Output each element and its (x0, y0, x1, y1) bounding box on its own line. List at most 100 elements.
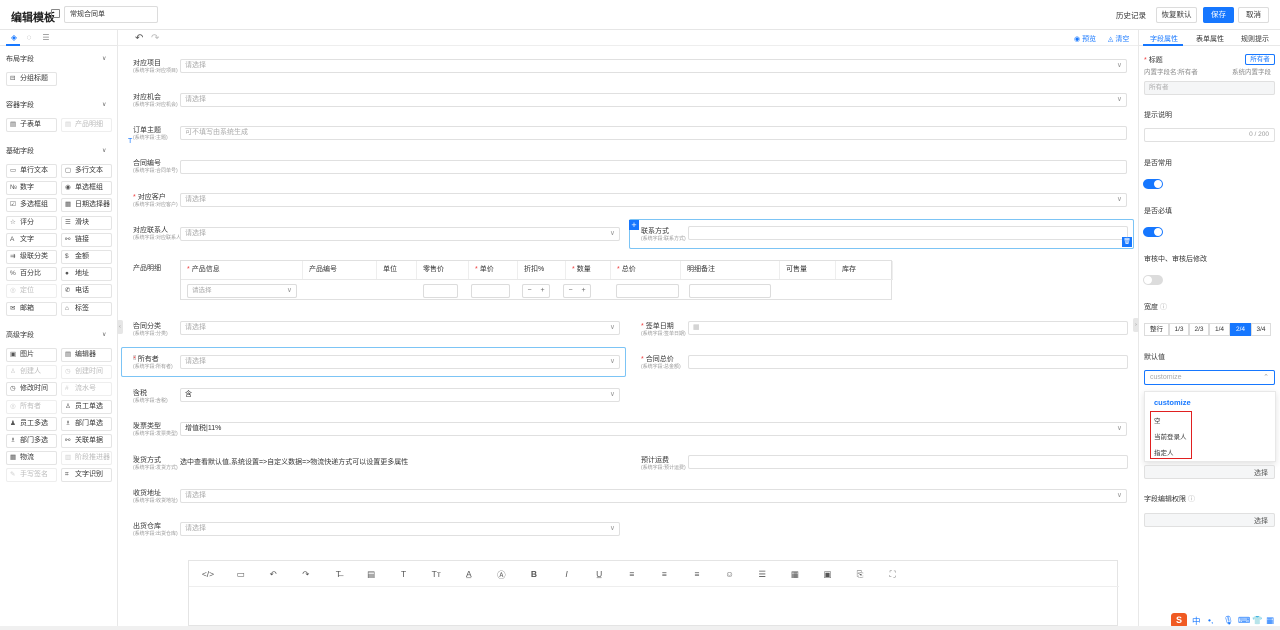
palette-item[interactable]: ▦ 物流 (6, 451, 57, 466)
palette-item[interactable]: ◎ 定位 (6, 284, 57, 299)
grid-icon[interactable]: ▦ (1266, 615, 1274, 626)
keyboard-icon[interactable]: ⌨ (1238, 615, 1250, 626)
palette-item[interactable]: % 百分比 (6, 267, 57, 282)
rich-text-editor[interactable]: </> ▭ ↶ ↷ T̶ ▤ T Tт A̲ Ⓐ B I U̲ ≡ ≡ ≡ ☺ ☰ ▦ ▣ ⎘ ⛶ (188, 560, 1119, 626)
product-cell-input[interactable] (423, 284, 458, 298)
mic-icon[interactable]: 🎙 (1223, 615, 1234, 626)
palette-item[interactable]: ▢ 多行文本 (61, 164, 112, 178)
palette-item[interactable]: ⊟ 分组标题 (6, 72, 57, 86)
preview-link[interactable]: ◉ 预览 (1074, 34, 1096, 44)
minus-button[interactable]: − (523, 285, 536, 297)
hint-input[interactable]: 0 / 200 (1144, 128, 1275, 142)
cancel-button[interactable]: 取消 (1238, 7, 1269, 23)
layout-icon[interactable]: ▭ (234, 569, 248, 580)
field-input[interactable]: ▦ (688, 321, 1128, 335)
drag-icon[interactable]: ▯ (133, 454, 136, 461)
palette-item[interactable]: ● 地址 (61, 267, 112, 282)
field-input[interactable] (688, 455, 1128, 469)
title-input[interactable]: 所有者 (1144, 81, 1275, 95)
quantity-stepper[interactable]: − + (522, 284, 550, 298)
palette-item[interactable]: ⚯ 关联单据 (61, 434, 112, 448)
restore-default-button[interactable]: 恢复默认 (1156, 7, 1197, 23)
palette-item[interactable]: ▭ 单行文本 (6, 164, 57, 178)
tree-icon[interactable]: ☰ (41, 33, 51, 43)
redo-icon[interactable]: ↷ (299, 569, 313, 580)
field-input[interactable]: 请选择 ∨ (180, 227, 620, 241)
field-input[interactable] (180, 160, 1127, 174)
image-icon[interactable]: ▣ (820, 569, 834, 580)
field-input[interactable]: 请选择 ∨ (180, 93, 1127, 107)
drag-icon[interactable]: ▯ (133, 421, 136, 428)
help-icon[interactable]: ⓘ (1188, 496, 1195, 503)
chevron-down-icon[interactable]: ∨ (102, 101, 106, 108)
palette-item[interactable]: # 流水号 (61, 382, 112, 397)
field-input[interactable] (688, 355, 1128, 369)
list-icon[interactable]: ☰ (755, 569, 769, 580)
group-title[interactable]: 基础字段 (6, 146, 34, 156)
palette-item[interactable]: ▥ 阶段推进器 (61, 451, 112, 466)
punctuation-icon[interactable]: •, (1208, 615, 1213, 625)
undo-icon[interactable]: ↶ (266, 569, 280, 580)
group-title[interactable]: 高级字段 (6, 330, 34, 340)
align-right-icon[interactable]: ≡ (690, 569, 704, 579)
palette-item[interactable]: ✉ 邮箱 (6, 301, 57, 316)
document-icon[interactable]: ▤ (364, 569, 378, 580)
common-toggle[interactable] (1143, 179, 1163, 189)
text-icon[interactable]: T (397, 569, 411, 579)
quantity-stepper[interactable]: − + (563, 284, 591, 298)
emoji-icon[interactable]: ☺ (723, 569, 737, 579)
collapse-right-handle[interactable]: › (1133, 318, 1139, 332)
field-input[interactable]: 可不填写由系统生成 (180, 126, 1127, 140)
palette-item[interactable]: $ 金额 (61, 250, 112, 264)
required-toggle[interactable] (1143, 227, 1163, 237)
clear-link[interactable]: ◬ 清空 (1108, 34, 1129, 44)
permission-choose-button[interactable]: 选择 (1254, 516, 1268, 526)
choose-button[interactable]: 选择 (1254, 468, 1268, 478)
palette-item[interactable]: ☰ 滑块 (61, 215, 112, 230)
align-center-icon[interactable]: ≡ (657, 569, 671, 579)
field-input[interactable]: 请选择 ∨ (180, 59, 1127, 73)
plus-button[interactable]: + (536, 285, 549, 297)
palette-item[interactable]: ⌂ 标签 (61, 301, 112, 316)
width-option[interactable]: 3/4 (1251, 323, 1271, 336)
width-option[interactable]: 2/4 (1230, 323, 1251, 336)
collapse-left-handle[interactable]: ‹ (117, 320, 123, 334)
palette-item[interactable]: ♙ 创建人 (6, 365, 57, 380)
undo-icon[interactable]: ↶ (135, 33, 143, 44)
palette-item[interactable]: ◷ 创建时间 (61, 365, 112, 380)
product-cell-input[interactable] (616, 284, 679, 298)
plus-button[interactable]: + (577, 285, 590, 297)
default-value-select[interactable]: customize ⌃ (1144, 370, 1275, 385)
palette-item[interactable]: ♙ 员工单选 (61, 399, 112, 414)
product-cell-input[interactable] (689, 284, 771, 298)
field-input[interactable]: 含 ∨ (180, 388, 620, 402)
group-title[interactable]: 容器字段 (6, 100, 34, 110)
palette-item[interactable]: ▦ 日期选择器 (61, 198, 112, 213)
palette-item[interactable]: ◷ 修改时间 (6, 382, 57, 397)
chevron-down-icon[interactable]: ∨ (102, 331, 106, 338)
redo-icon[interactable]: ↷ (151, 33, 159, 44)
save-button[interactable]: 保存 (1203, 7, 1234, 23)
palette-item[interactable]: ▣ 图片 (6, 348, 57, 362)
copy-icon[interactable]: ◌ (24, 33, 34, 43)
product-select[interactable]: 请选择 ∨ (187, 284, 297, 298)
font-size-icon[interactable]: Tт (429, 569, 443, 579)
shirt-icon[interactable]: 👕 (1252, 615, 1263, 626)
palette-item[interactable]: ⇉ 级联分类 (6, 250, 57, 264)
palette-item[interactable]: ▤ 子表单 (6, 118, 57, 132)
edit-icon[interactable] (51, 9, 60, 18)
field-input[interactable]: 请选择 ∨ (180, 321, 620, 335)
palette-item[interactable]: ♟ 员工多选 (6, 416, 57, 431)
fullscreen-icon[interactable]: ⛶ (886, 569, 900, 580)
palette-item[interactable]: ⌗ 文字识别 (61, 468, 112, 483)
palette-item[interactable]: ♗ 部门多选 (6, 434, 57, 448)
drag-icon[interactable]: ▯ (133, 321, 136, 328)
palette-item[interactable]: № 数字 (6, 181, 57, 196)
cube-icon[interactable]: ◈ (9, 33, 19, 43)
align-left-icon[interactable]: ≡ (625, 569, 639, 579)
font-color-icon[interactable]: A̲ (462, 569, 476, 579)
strikethrough-icon[interactable]: T̶ (331, 569, 345, 579)
tab-rule-hints[interactable]: 规则提示 (1241, 34, 1269, 44)
review-edit-toggle[interactable] (1143, 275, 1163, 285)
drag-icon[interactable]: ▯ (133, 354, 136, 361)
